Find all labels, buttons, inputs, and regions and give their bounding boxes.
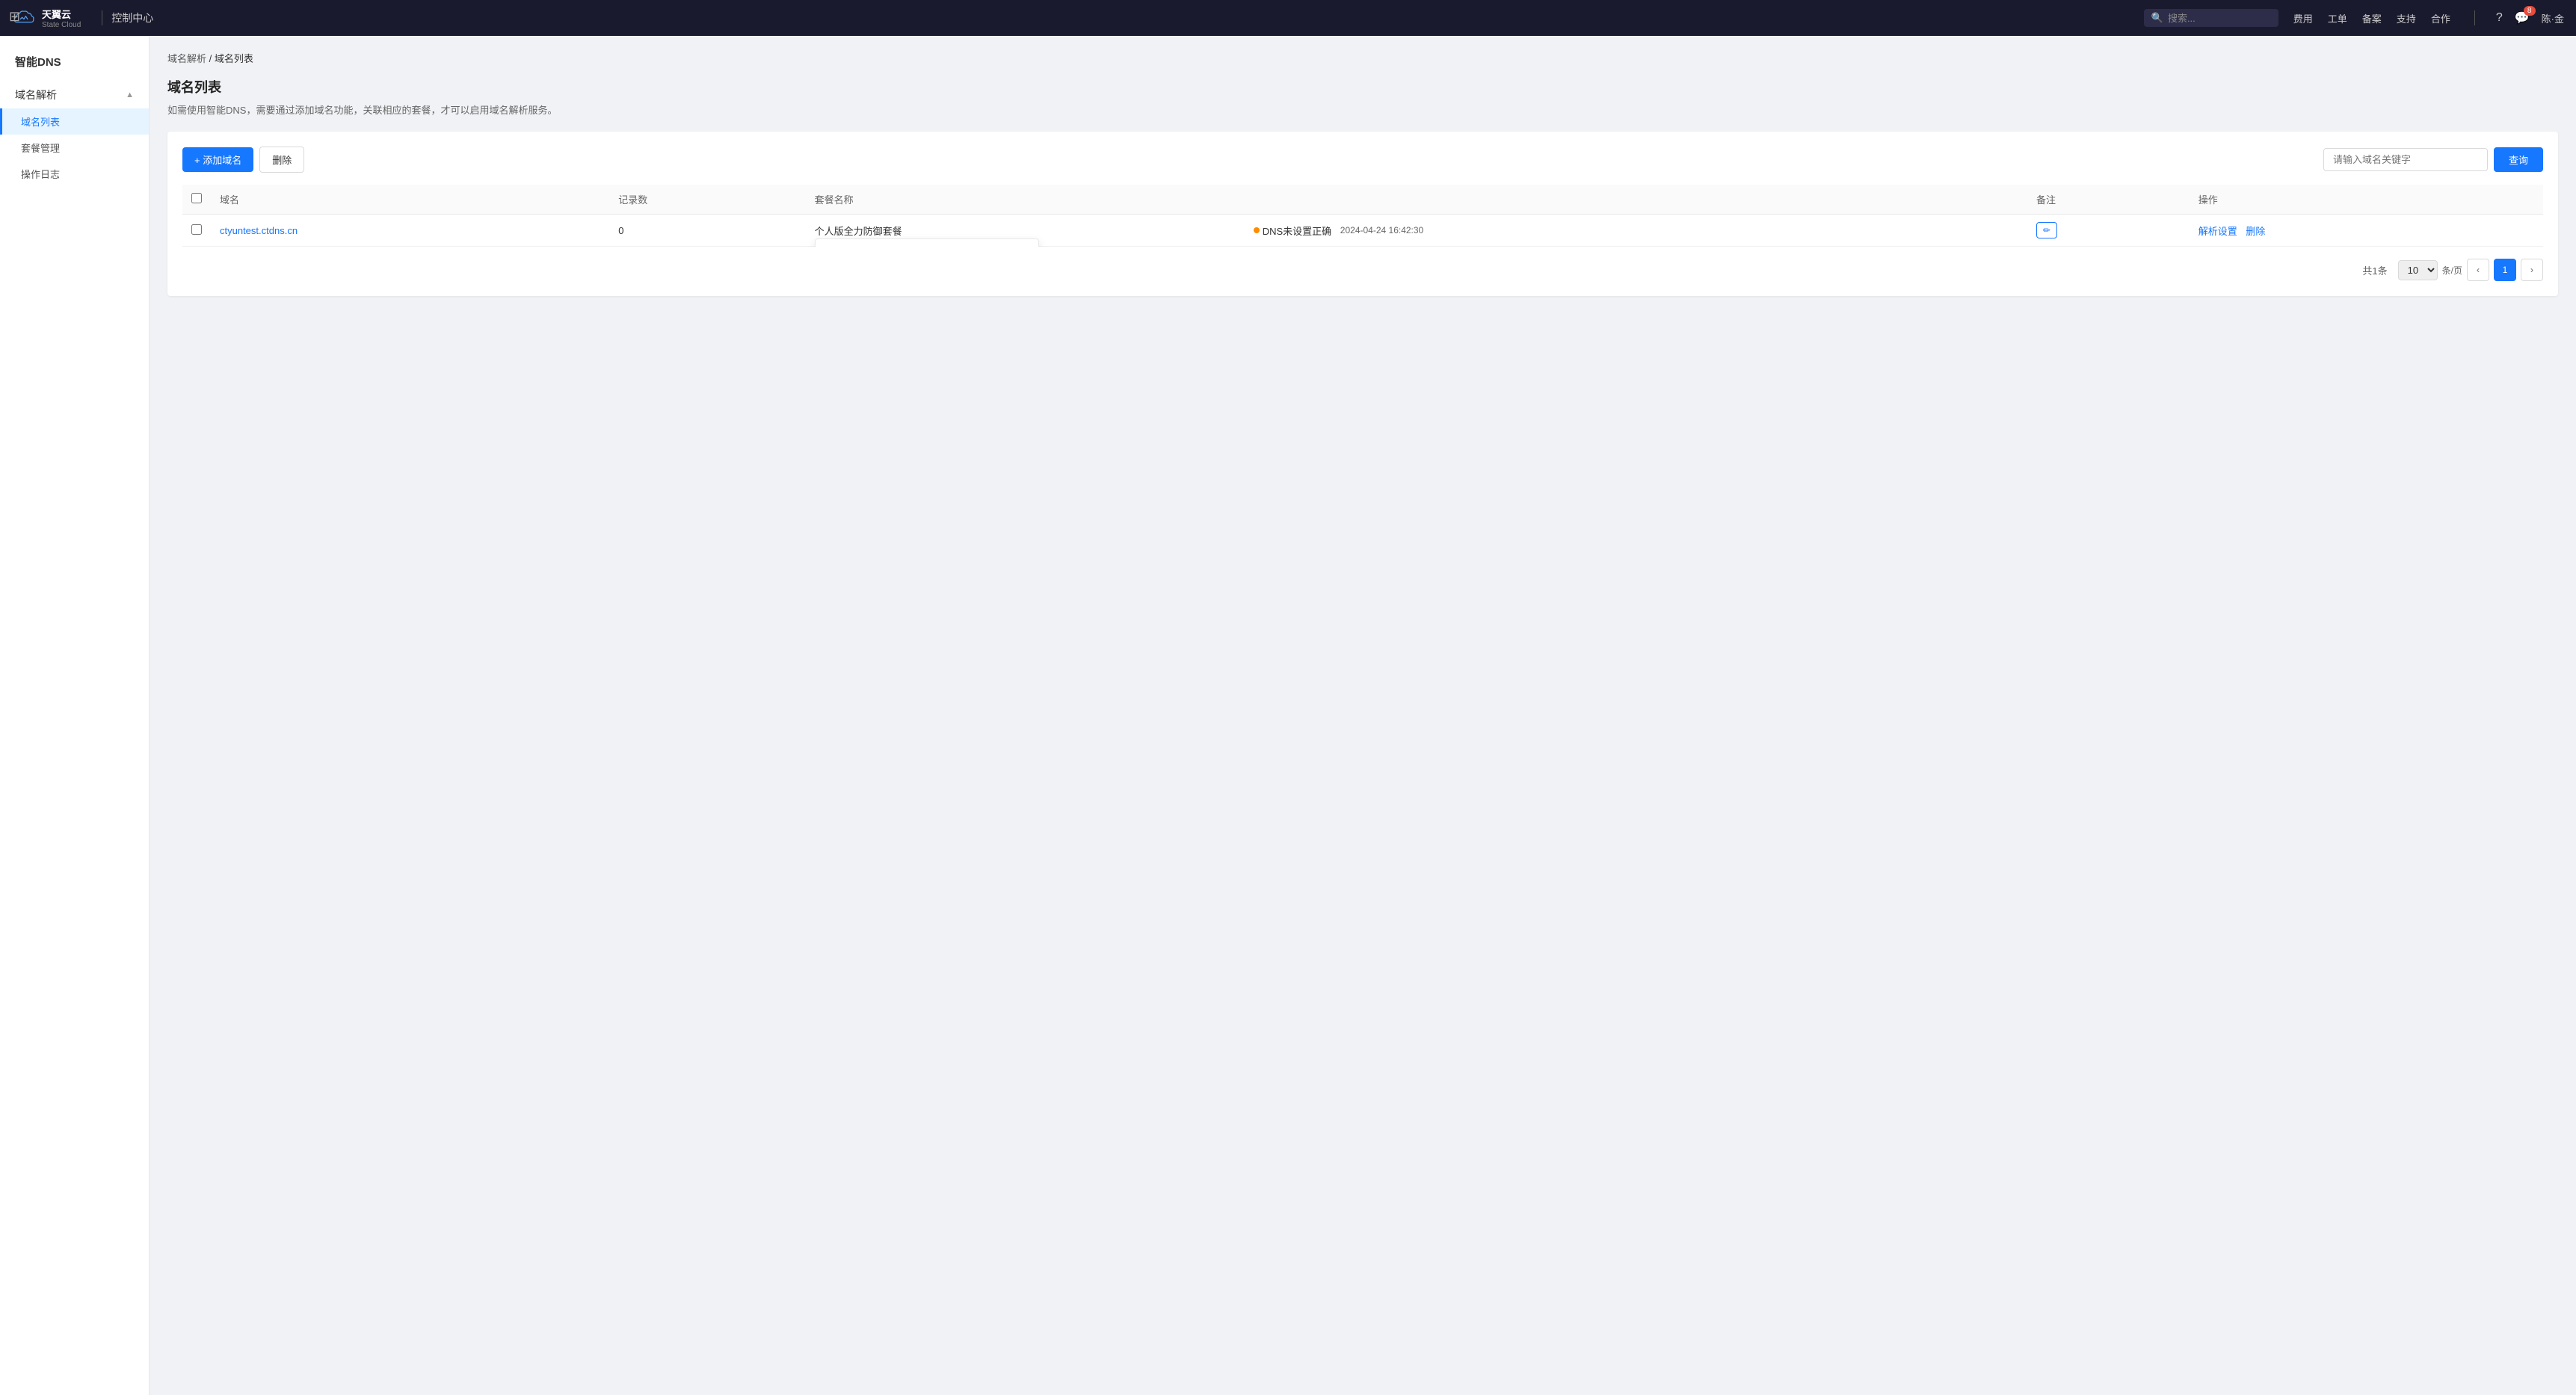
select-all-checkbox[interactable]	[191, 193, 202, 203]
breadcrumb-separator: /	[209, 53, 215, 64]
page-description: 如需使用智能DNS，需要通过添加域名功能，关联相应的套餐，才可以启用域名解析服务…	[167, 102, 2558, 117]
sidebar-item-plan-management[interactable]: 套餐管理	[0, 135, 149, 161]
nav-link-ticket[interactable]: 工单	[2328, 11, 2347, 25]
dns-error-tooltip: DNS服务器设置异常，请联系您的域名注册商进行修改！ 智能DNS系统分配NS： …	[815, 238, 1039, 247]
row-checkbox-cell	[182, 215, 211, 247]
table-header-row: 域名 记录数 套餐名称 备注 操作	[182, 185, 2543, 215]
breadcrumb-domain-list: 域名列表	[215, 53, 253, 64]
plan-cell: 个人版全力防御套餐 DNS服务器设置异常，请联系您的域名注册商进行修改！ 智能D…	[806, 215, 1245, 247]
sidebar-section-header-domain[interactable]: 域名解析 ▲	[0, 81, 149, 108]
status-dot-orange	[1254, 227, 1260, 233]
th-note: 备注	[2027, 185, 2190, 215]
th-checkbox	[182, 185, 211, 215]
note-edit-button[interactable]: ✏	[2036, 222, 2057, 238]
sidebar: 智能DNS 域名解析 ▲ 域名列表 套餐管理 操作日志	[0, 36, 150, 1395]
note-cell: ✏	[2027, 215, 2190, 247]
domain-search-group: 查询	[2323, 147, 2543, 172]
logo-text: 天翼云	[42, 7, 81, 21]
status-cell: DNS未设置正确 2024-04-24 16:42:30	[1245, 215, 2027, 247]
main-content: 域名解析 / 域名列表 域名列表 如需使用智能DNS，需要通过添加域名功能，关联…	[150, 36, 2576, 1395]
page-size-unit: 条/页	[2442, 264, 2462, 277]
next-page-button[interactable]: ›	[2521, 259, 2543, 281]
delete-domain-link[interactable]: 删除	[2246, 226, 2265, 237]
page-1-button[interactable]: 1	[2494, 259, 2516, 281]
top-right-icons: ? 💬 8 陈·金	[2465, 10, 2564, 25]
th-status	[1245, 185, 2027, 215]
status-text: DNS未设置正确	[1263, 224, 1331, 238]
prev-page-button[interactable]: ‹	[2467, 259, 2489, 281]
sidebar-item-operation-log[interactable]: 操作日志	[0, 161, 149, 187]
help-icon[interactable]: ?	[2496, 11, 2503, 25]
plan-name: 个人版全力防御套餐	[815, 226, 902, 237]
top-nav-links: 费用 工单 备案 支持 合作	[2293, 11, 2450, 25]
logo: 天翼云 State Cloud	[12, 7, 81, 29]
sidebar-item-domain-list[interactable]: 域名列表	[0, 108, 149, 135]
nav-center-label: 控制中心	[111, 10, 153, 25]
records-cell: 0	[609, 215, 805, 247]
th-plan: 套餐名称	[806, 185, 1245, 215]
resolve-settings-link[interactable]: 解析设置	[2198, 226, 2237, 237]
user-name[interactable]: 陈·金	[2542, 11, 2564, 25]
sidebar-section-domain: 域名解析 ▲ 域名列表 套餐管理 操作日志	[0, 81, 149, 187]
sidebar-section-label: 域名解析	[15, 87, 57, 102]
table-row: ctyuntest.ctdns.cn 0 个人版全力防御套餐 DNS服务器设置异…	[182, 215, 2543, 247]
row-checkbox[interactable]	[191, 224, 202, 235]
search-button[interactable]: 查询	[2494, 147, 2543, 172]
nav-link-fees[interactable]: 费用	[2293, 11, 2313, 25]
search-icon: 🔍	[2151, 12, 2163, 24]
th-domain: 域名	[211, 185, 609, 215]
domain-table: 域名 记录数 套餐名称 备注 操作 ctyuntest.ctd	[182, 185, 2543, 247]
page-title: 域名列表	[167, 77, 2558, 96]
pagination: 共1条 10 20 50 条/页 ‹ 1 ›	[182, 259, 2543, 281]
content-card: + 添加域名 删除 查询 域名 记录数 套餐名称	[167, 132, 2558, 296]
chevron-up-icon: ▲	[126, 90, 134, 99]
th-records: 记录数	[609, 185, 805, 215]
global-search[interactable]: 🔍	[2144, 9, 2278, 27]
breadcrumb: 域名解析 / 域名列表	[167, 51, 2558, 65]
domain-search-input[interactable]	[2323, 148, 2488, 171]
logo-subtext: State Cloud	[42, 21, 81, 29]
page-size-select[interactable]: 10 20 50	[2398, 260, 2438, 280]
domain-cell: ctyuntest.ctdns.cn	[211, 215, 609, 247]
domain-link[interactable]: ctyuntest.ctdns.cn	[220, 225, 298, 236]
status-badge: DNS未设置正确	[1254, 224, 1331, 238]
app-grid-button[interactable]: ⊞	[9, 9, 20, 25]
nav-link-support[interactable]: 支持	[2397, 11, 2416, 25]
table-toolbar: + 添加域名 删除 查询	[182, 147, 2543, 173]
nav-link-partner[interactable]: 合作	[2431, 11, 2450, 25]
action-cell: 解析设置 删除	[2190, 215, 2543, 247]
right-divider	[2474, 10, 2475, 25]
domain-table-wrap: 域名 记录数 套餐名称 备注 操作 ctyuntest.ctd	[182, 185, 2543, 247]
search-input[interactable]	[2168, 13, 2273, 24]
top-navigation: ⊞ 天翼云 State Cloud 控制中心 🔍 费用 工单 备案 支持 合作 …	[0, 0, 2576, 36]
notification-badge: 8	[2524, 6, 2536, 16]
add-domain-button[interactable]: + 添加域名	[182, 147, 253, 172]
update-time: 2024-04-24 16:42:30	[1340, 225, 1423, 235]
nav-link-record[interactable]: 备案	[2362, 11, 2382, 25]
sidebar-title: 智能DNS	[0, 48, 149, 81]
notification-icon[interactable]: 💬 8	[2515, 10, 2530, 25]
delete-button[interactable]: 删除	[259, 147, 304, 173]
breadcrumb-domain-resolution[interactable]: 域名解析	[167, 53, 206, 64]
th-action: 操作	[2190, 185, 2543, 215]
pagination-total: 共1条	[2362, 263, 2387, 277]
